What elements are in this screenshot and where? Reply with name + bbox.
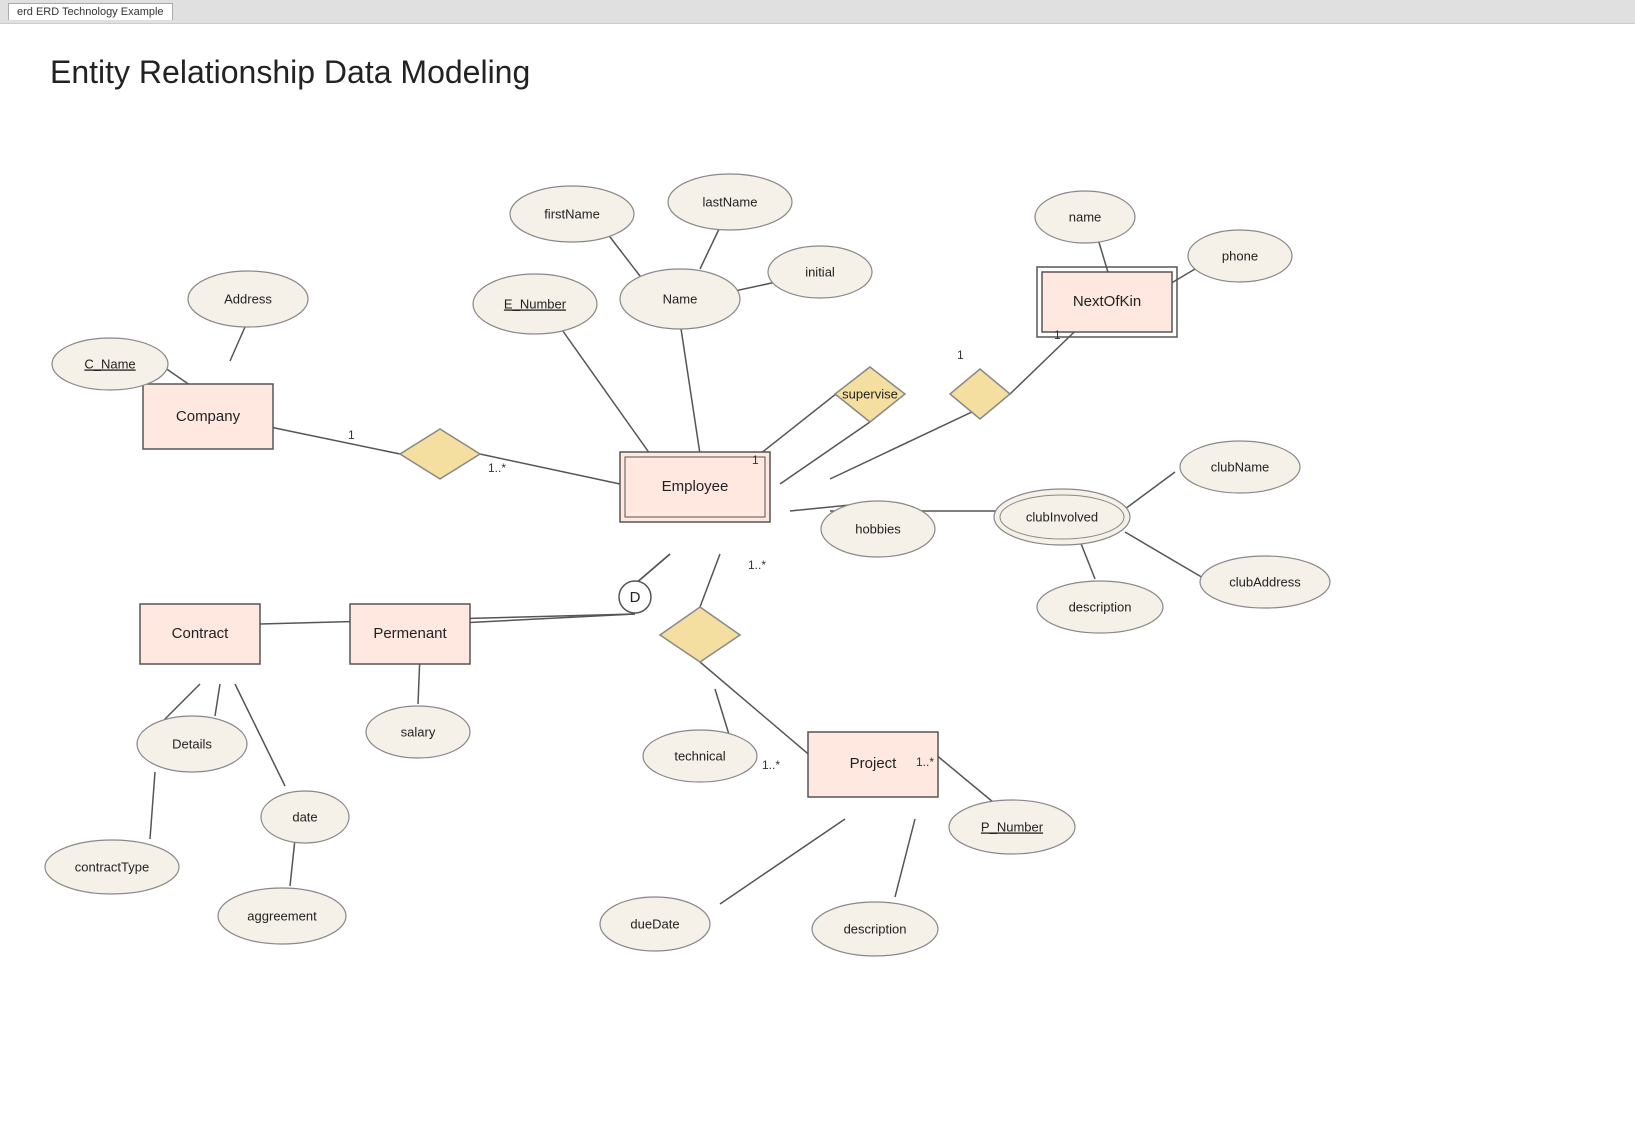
attr-contracttype-label: contractType — [75, 859, 149, 874]
attr-lastname-label: lastName — [703, 194, 758, 209]
attr-cname-label: C_Name — [84, 356, 135, 371]
supervise-label: supervise — [842, 386, 898, 401]
attr-pnumber-label: P_Number — [981, 819, 1044, 834]
attr-description-proj-label: description — [844, 921, 907, 936]
entity-nextofkin-label: NextOfKin — [1073, 293, 1141, 310]
attr-aggreement-label: aggreement — [247, 908, 317, 923]
diamond-member-of — [950, 369, 1010, 419]
erd-diagram: D supervise Employee Company NextOfKin C… — [0, 24, 1635, 1134]
card-employee-1star: 1..* — [488, 461, 506, 475]
disjoint-label: D — [630, 589, 641, 606]
attr-clubaddress-label: clubAddress — [1229, 574, 1301, 589]
card-company-1: 1 — [348, 428, 355, 442]
attr-description-club-label: description — [1069, 599, 1132, 614]
attr-firstname-label: firstName — [544, 206, 600, 221]
entity-company-label: Company — [176, 408, 241, 425]
entity-project-label: Project — [850, 755, 898, 772]
attr-date-label: date — [292, 809, 317, 824]
attr-phone-label: phone — [1222, 248, 1258, 263]
tab-bar: erd ERD Technology Example — [0, 0, 1635, 24]
attr-details-label: Details — [172, 736, 212, 751]
card-employee-works: 1..* — [748, 558, 766, 572]
attr-nokname-label: name — [1069, 209, 1102, 224]
entity-permenant-label: Permenant — [373, 625, 447, 642]
attr-clubinvolved-label: clubInvolved — [1026, 509, 1098, 524]
card-supervise-r: 1 — [957, 348, 964, 362]
diagram-tab[interactable]: erd ERD Technology Example — [8, 3, 173, 20]
attr-duedate-label: dueDate — [630, 916, 679, 931]
entity-contract-label: Contract — [172, 625, 230, 642]
attr-address-label: Address — [224, 291, 272, 306]
diagram-canvas: Entity Relationship Data Modeling — [0, 24, 1635, 1134]
attr-hobbies-label: hobbies — [855, 521, 901, 536]
attr-enumber-label: E_Number — [504, 296, 567, 311]
attr-salary-label: salary — [401, 724, 436, 739]
card-project-1star: 1..* — [916, 755, 934, 769]
card-project-bottom: 1..* — [762, 758, 780, 772]
entity-employee-label: Employee — [662, 478, 729, 495]
attr-name-label: Name — [663, 291, 698, 306]
diamond-works-on — [660, 607, 740, 662]
attr-technical-label: technical — [674, 748, 725, 763]
diamond-works-for — [400, 429, 480, 479]
card-nextofkin-1: 1 — [1054, 328, 1061, 342]
attr-initial-label: initial — [805, 264, 835, 279]
attr-clubname-label: clubName — [1211, 459, 1270, 474]
card-nok-1: 1 — [752, 453, 759, 467]
